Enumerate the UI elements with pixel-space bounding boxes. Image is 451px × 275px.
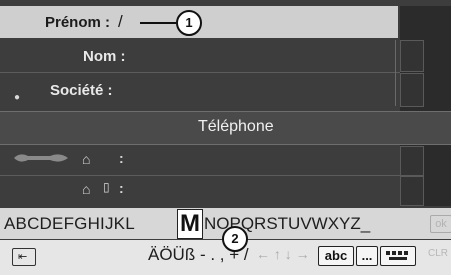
selected-letter-key[interactable]: M bbox=[177, 209, 203, 239]
more-symbols-button[interactable]: ... bbox=[356, 246, 378, 266]
person-icon: ● bbox=[14, 92, 21, 103]
home-phone-field[interactable] bbox=[125, 146, 393, 174]
back-button[interactable]: ⇤ bbox=[12, 248, 36, 266]
home-mobile-field[interactable] bbox=[125, 176, 393, 204]
callout-1-marker: 1 bbox=[176, 10, 202, 36]
home-mobile-label: : bbox=[119, 180, 124, 196]
telephone-section-label: Téléphone bbox=[198, 118, 274, 135]
cursor-arrow-keys[interactable]: ← ↑ ↓ → bbox=[256, 246, 310, 262]
prenom-label: Prénom : bbox=[45, 14, 111, 31]
abc-mode-button[interactable]: abc bbox=[318, 246, 354, 266]
nom-label: Nom : bbox=[83, 48, 126, 65]
house-icon: ⌂ bbox=[82, 181, 91, 197]
callout-2-marker: 2 bbox=[222, 226, 248, 252]
side-cell bbox=[400, 146, 424, 176]
side-cell bbox=[400, 73, 424, 107]
handset-icon bbox=[14, 154, 68, 162]
mobile-phone-icon: ▯ bbox=[103, 180, 110, 194]
prenom-input-value[interactable]: / bbox=[118, 12, 123, 32]
field-edge bbox=[395, 40, 396, 106]
clear-button[interactable]: CLR bbox=[428, 248, 448, 259]
symbol-keyboard-button[interactable] bbox=[380, 246, 416, 266]
side-cell bbox=[400, 176, 424, 206]
societe-label: Société : bbox=[50, 82, 113, 99]
row-divider bbox=[0, 72, 400, 73]
alphabet-keys-left[interactable]: ABCDEFGHIJKL bbox=[4, 214, 135, 234]
back-icon: ⇤ bbox=[18, 251, 28, 263]
callout-1-leader bbox=[140, 22, 176, 24]
ok-button[interactable]: ok bbox=[430, 215, 451, 233]
symbol-keyboard-icon bbox=[386, 251, 408, 260]
house-icon: ⌂ bbox=[82, 151, 91, 167]
societe-field[interactable] bbox=[125, 74, 393, 106]
home-phone-label: : bbox=[119, 150, 124, 166]
contact-entry-screen: Prénom : / 1 Nom : ● Société : Téléphone… bbox=[0, 0, 451, 275]
side-cell bbox=[400, 40, 424, 72]
nom-field[interactable] bbox=[125, 40, 393, 70]
